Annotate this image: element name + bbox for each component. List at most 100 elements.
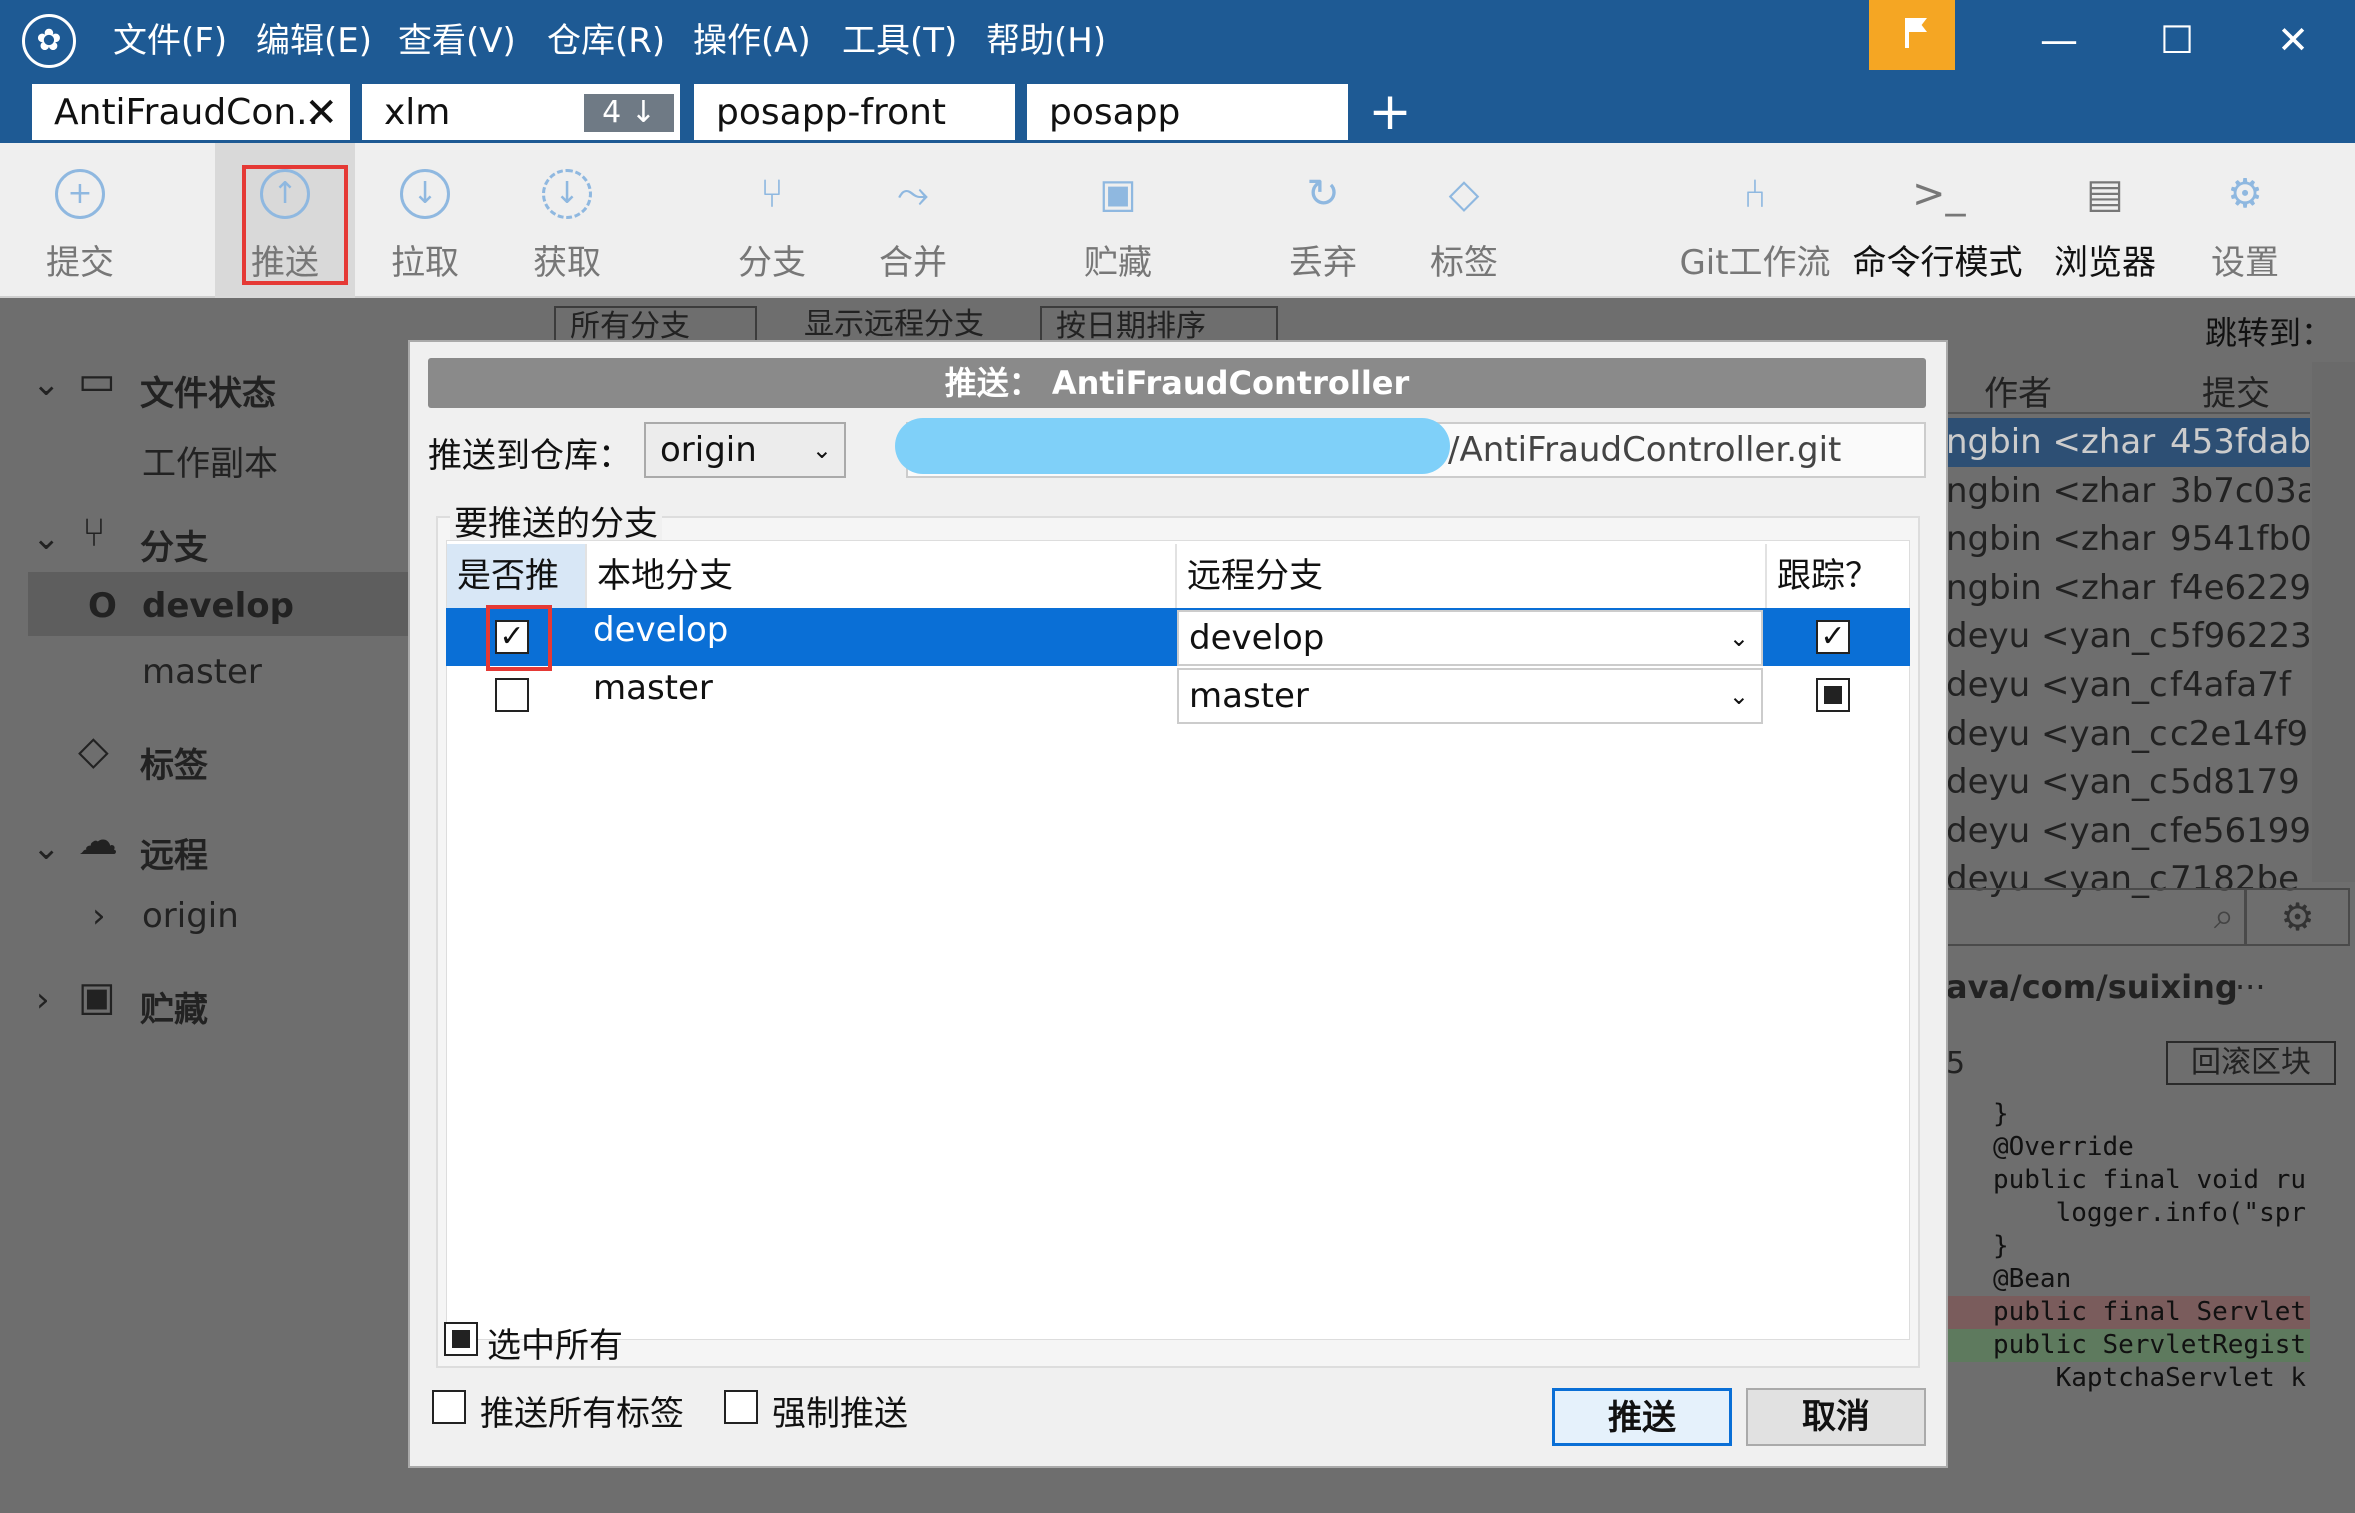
column-header-remote[interactable]: 远程分支 <box>1177 544 1767 608</box>
column-header-push[interactable]: 是否推 <box>447 544 587 608</box>
chevron-down-icon: ⌄ <box>1728 682 1749 710</box>
tag-button[interactable]: ◇ 标签 <box>1394 143 1534 298</box>
discard-button[interactable]: ↻ 丢弃 <box>1253 143 1393 298</box>
commit-row[interactable]: ngbin <zhar 9541fb0 <box>1946 515 2310 564</box>
menu-edit[interactable]: 编辑(E) <box>256 16 372 66</box>
force-push-checkbox[interactable] <box>724 1390 758 1424</box>
diff-line: public final Servlet <box>1946 1296 2310 1329</box>
chevron-down-icon[interactable]: ⌄ <box>32 364 61 404</box>
diff-line: } <box>1946 1231 2009 1261</box>
sidebar-file-status[interactable]: 文件状态 <box>140 366 276 415</box>
menu-tools[interactable]: 工具(T) <box>842 16 957 66</box>
commit-hash: f4e6229 <box>2170 567 2310 608</box>
push-all-tags-checkbox[interactable] <box>432 1390 466 1424</box>
redaction-blur <box>895 418 1450 474</box>
repo-dropdown-value: origin <box>660 430 757 470</box>
commit-row[interactable]: ngbin <zhar f4e6229 <box>1946 564 2310 613</box>
column-header-track[interactable]: 跟踪？ <box>1767 544 1909 608</box>
commit-row[interactable]: deyu <yan_c fe56199 <box>1946 807 2310 856</box>
commit-author: ngbin <zhar <box>1946 422 2156 462</box>
branches-group-label: 要推送的分支 <box>450 496 662 545</box>
repo-tab-xlm[interactable]: xlm 4 ↓ <box>360 82 682 142</box>
commit-row[interactable]: ngbin <zhar 3b7c03a <box>1946 467 2310 516</box>
commit-list-scrollbar[interactable] <box>2312 362 2355 882</box>
tab-label: posapp <box>1049 92 1181 133</box>
more-options-button[interactable]: ··· <box>2235 968 2266 1006</box>
column-header-local[interactable]: 本地分支 <box>587 544 1177 608</box>
merge-button[interactable]: ⤳ 合并 <box>843 143 983 298</box>
add-tab-button[interactable]: + <box>1360 82 1420 142</box>
commit-author: ngbin <zhar <box>1946 519 2156 560</box>
commit-row[interactable]: deyu <yan_c f4afa7f <box>1946 661 2310 710</box>
sidebar-tags[interactable]: 标签 <box>140 738 208 787</box>
repo-tab-antifraud[interactable]: AntiFraudCon.. ✕ <box>30 82 352 142</box>
tab-close-icon[interactable]: ✕ <box>304 84 338 142</box>
notification-flag-button[interactable] <box>1869 0 1955 70</box>
sidebar-working-copy[interactable]: 工作副本 <box>142 436 278 485</box>
fetch-button[interactable]: ↓ 获取 <box>497 143 637 298</box>
push-master-checkbox[interactable] <box>495 678 529 712</box>
sidebar-branch-master[interactable]: master <box>142 652 262 692</box>
settings-button[interactable]: ⚙ 设置 <box>2175 143 2315 298</box>
gitflow-button[interactable]: ⑃ Git工作流 <box>1670 143 1840 298</box>
push-confirm-button[interactable]: 推送 <box>1552 1388 1732 1446</box>
revert-hunk-button[interactable]: 回滚区块 <box>2166 1041 2336 1085</box>
search-input[interactable]: ⌕ <box>1946 888 2246 946</box>
track-master-checkbox[interactable] <box>1816 678 1850 712</box>
track-develop-checkbox[interactable]: ✓ <box>1816 620 1850 654</box>
chevron-right-icon[interactable]: › <box>92 896 106 936</box>
sidebar-branch-develop[interactable]: develop <box>142 586 294 626</box>
commit-row[interactable]: ngbin <zhar 453fdab <box>1946 418 2310 467</box>
chevron-down-icon[interactable]: ⌄ <box>32 518 61 558</box>
remote-branch-master-dropdown[interactable]: master ⌄ <box>1177 668 1763 724</box>
search-icon: ⌕ <box>2213 896 2234 937</box>
commit-row[interactable]: deyu <yan_c c2e14f9 <box>1946 710 2310 759</box>
sidebar-remote-origin[interactable]: origin <box>142 896 239 936</box>
commit-button[interactable]: + 提交 <box>10 143 150 298</box>
commit-row[interactable]: deyu <yan_c 5f96223 <box>1946 612 2310 661</box>
commit-hash: 3b7c03a <box>2170 470 2310 511</box>
commit-hash: f4afa7f <box>2170 665 2291 705</box>
cancel-button[interactable]: 取消 <box>1746 1388 1926 1446</box>
branch-button[interactable]: ⑂ 分支 <box>702 143 842 298</box>
commit-hash: fe56199 <box>2170 810 2310 851</box>
minimize-button[interactable]: — <box>2024 12 2094 68</box>
pull-button[interactable]: ↓ 拉取 <box>355 143 495 298</box>
chevron-down-icon[interactable]: ⌄ <box>32 828 61 868</box>
chevron-right-icon[interactable]: › <box>36 980 50 1020</box>
repo-tab-posapp[interactable]: posapp <box>1025 82 1350 142</box>
commit-author: deyu <yan_c <box>1946 762 2168 803</box>
menu-repository[interactable]: 仓库(R) <box>547 16 665 66</box>
app-logo-icon: ✿ <box>22 14 76 68</box>
dialog-title: 推送： AntiFraudController <box>428 358 1926 408</box>
sidebar-remotes[interactable]: 远程 <box>140 828 208 877</box>
commit-row[interactable]: deyu <yan_c 5d8179 <box>1946 758 2310 807</box>
sidebar-stashes[interactable]: 贮藏 <box>140 982 208 1031</box>
explorer-button[interactable]: ▤ 浏览器 <box>2035 143 2175 298</box>
branch-icon: ⑂ <box>760 171 784 217</box>
maximize-button[interactable]: ☐ <box>2142 12 2212 68</box>
commit-column-header[interactable]: 提交 <box>2202 366 2270 415</box>
repo-tab-posapp-front[interactable]: posapp-front <box>692 82 1017 142</box>
select-all-checkbox[interactable] <box>444 1322 478 1356</box>
tag-icon: ◇ <box>1448 171 1480 217</box>
menu-file[interactable]: 文件(F) <box>113 16 227 66</box>
close-button[interactable]: ✕ <box>2258 12 2328 68</box>
monitor-icon: ▭ <box>78 358 116 404</box>
select-all-label: 选中所有 <box>487 1326 623 1366</box>
push-checkbox-highlight <box>486 605 552 671</box>
toolbar: + 提交 ↑ 推送 ↓ 拉取 ↓ 获取 ⑂ 分支 ⤳ 合并 ▣ 贮藏 ↻ 丢弃 … <box>0 143 2355 298</box>
fetch-arrow-icon: ↓ <box>542 169 592 219</box>
diff-options-gear-button[interactable]: ⚙ <box>2245 888 2350 946</box>
terminal-button[interactable]: >_ 命令行模式 <box>1850 143 2025 298</box>
sidebar-branches[interactable]: 分支 <box>140 520 208 569</box>
menu-help[interactable]: 帮助(H) <box>986 16 1106 66</box>
menu-view[interactable]: 查看(V) <box>398 16 516 66</box>
force-push-label: 强制推送 <box>772 1394 908 1434</box>
plus-icon: + <box>55 169 105 219</box>
remote-branch-develop-dropdown[interactable]: develop ⌄ <box>1177 610 1763 666</box>
repo-dropdown[interactable]: origin ⌄ <box>644 422 846 478</box>
menu-actions[interactable]: 操作(A) <box>693 16 811 66</box>
stash-button[interactable]: ▣ 贮藏 <box>1048 143 1188 298</box>
author-column-header[interactable]: 作者 <box>1984 366 2052 415</box>
